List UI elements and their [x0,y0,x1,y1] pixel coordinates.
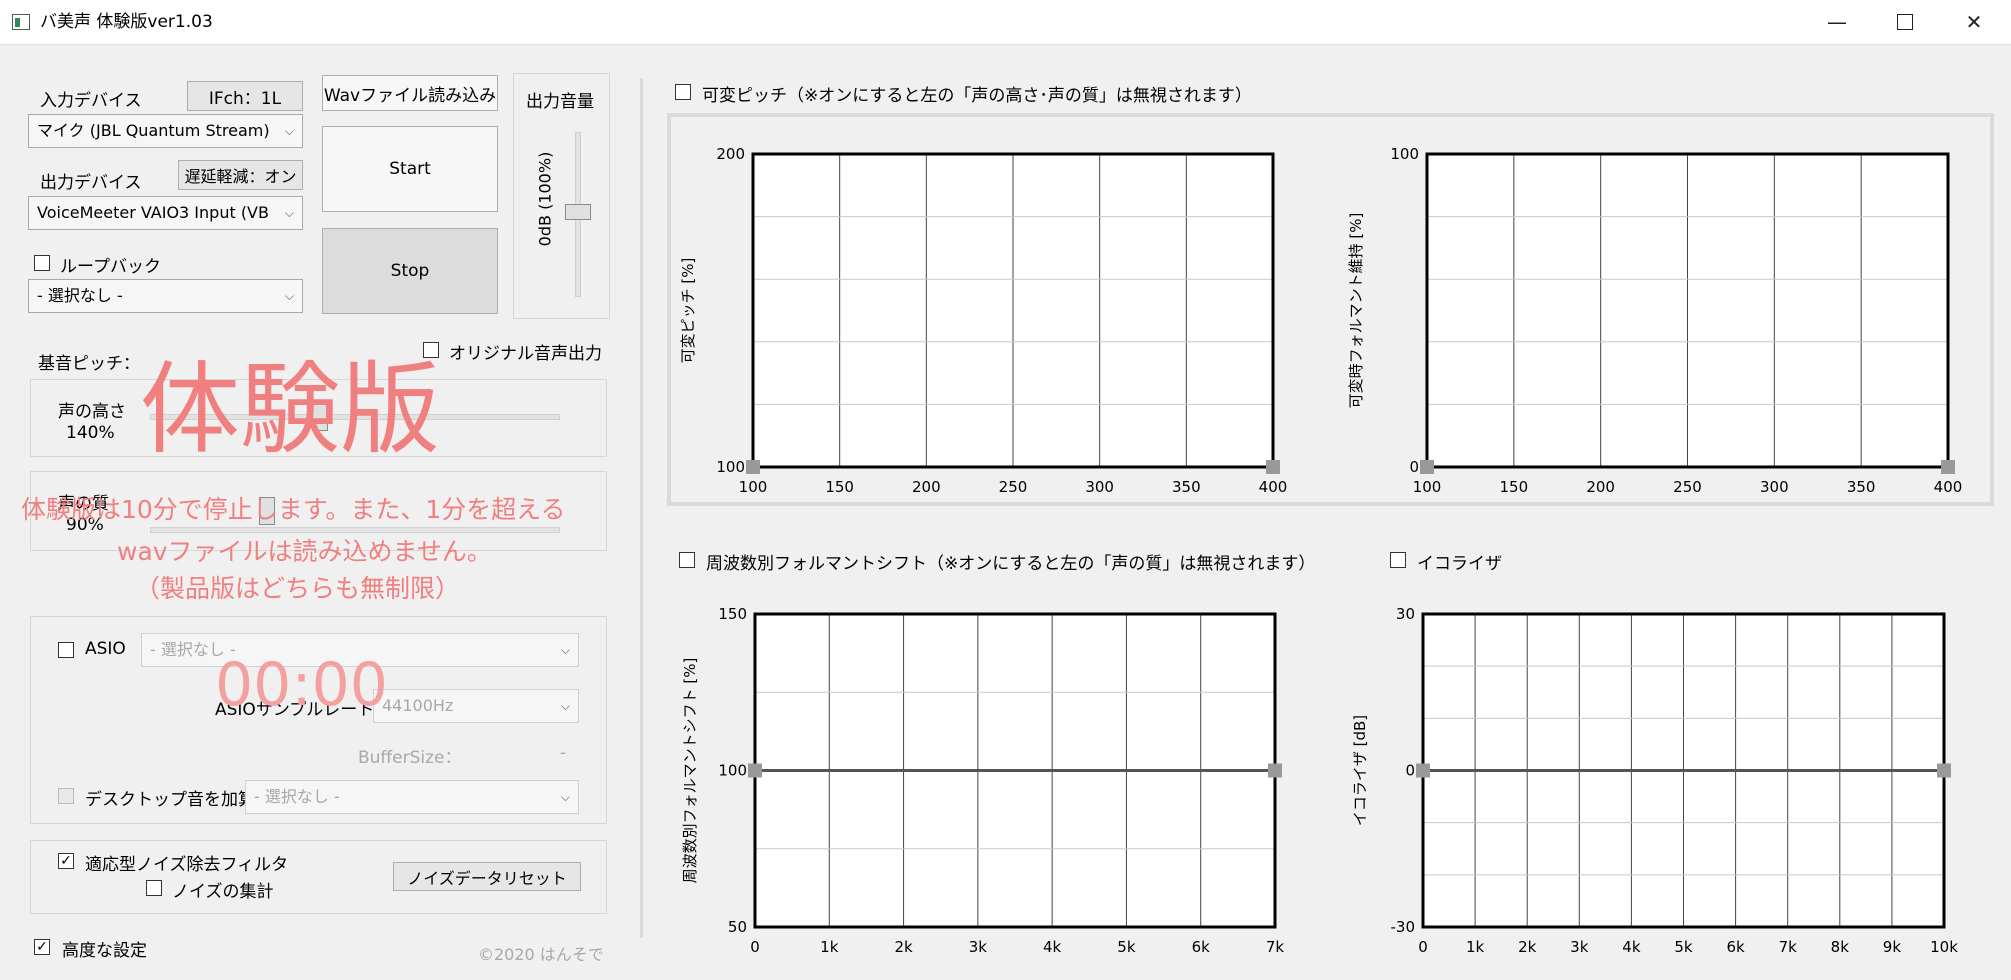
x-tick-label: 1k [1466,938,1485,956]
x-tick-label: 150 [825,478,854,496]
control-point-handle[interactable] [1937,763,1951,778]
charts-canvas: 100 150 200 250 300 350 400200100可変ピッチ [%]100 1… [679,145,1963,956]
x-tick-label: 2k [894,938,913,956]
y-tick-label: 0 [1409,458,1419,476]
x-tick-label: 4k [1622,938,1641,956]
x-tick-label: 350 [1847,478,1876,496]
y-tick-label: -30 [1391,918,1416,936]
x-tick-label: 1k [820,938,839,956]
x-tick-label: 10k [1930,938,1958,956]
x-tick-label: 400 [1934,478,1963,496]
x-tick-label: 9k [1883,938,1902,956]
x-tick-label: 250 [1673,478,1702,496]
y-axis-label: イコライザ [dB] [1351,715,1369,826]
x-tick-label: 100 [739,478,768,496]
y-axis-label: 周波数別フォルマントシフト [%] [681,658,699,884]
control-point-handle[interactable] [746,460,760,474]
x-tick-label: 100 [1413,478,1442,496]
x-tick-label: 3k [969,938,988,956]
x-tick-label: 0 [1418,938,1428,956]
y-tick-label: 50 [728,918,747,936]
x-tick-label: 300 [1085,478,1114,496]
y-axis-label: 可変ピッチ [%] [679,258,697,364]
control-point-handle[interactable] [1420,460,1434,474]
x-tick-label: 0 [750,938,760,956]
y-axis-label: 可変時フォルマント維持 [%] [1347,213,1365,409]
y-tick-label: 100 [718,762,747,780]
x-tick-label: 400 [1259,478,1288,496]
control-point-handle[interactable] [1416,763,1430,778]
x-tick-label: 250 [999,478,1028,496]
y-tick-label: 100 [716,458,745,476]
y-tick-label: 100 [1390,145,1419,163]
x-tick-label: 2k [1518,938,1537,956]
control-point-handle[interactable] [748,763,762,778]
y-tick-label: 150 [718,605,747,623]
x-tick-label: 5k [1674,938,1693,956]
control-point-handle[interactable] [1268,763,1282,778]
x-tick-label: 6k [1192,938,1211,956]
x-tick-label: 150 [1500,478,1529,496]
y-tick-label: 0 [1405,762,1415,780]
x-tick-label: 7k [1779,938,1798,956]
x-tick-label: 350 [1172,478,1201,496]
y-tick-label: 30 [1396,605,1415,623]
x-tick-label: 3k [1570,938,1589,956]
x-tick-label: 7k [1266,938,1285,956]
control-point-handle[interactable] [1941,460,1955,474]
x-tick-label: 300 [1760,478,1789,496]
x-tick-label: 5k [1117,938,1136,956]
x-tick-label: 4k [1043,938,1062,956]
x-tick-label: 8k [1831,938,1850,956]
y-tick-label: 200 [716,145,745,163]
x-tick-label: 6k [1726,938,1745,956]
x-tick-label: 200 [1586,478,1615,496]
control-point-handle[interactable] [1266,460,1280,474]
x-tick-label: 200 [912,478,941,496]
